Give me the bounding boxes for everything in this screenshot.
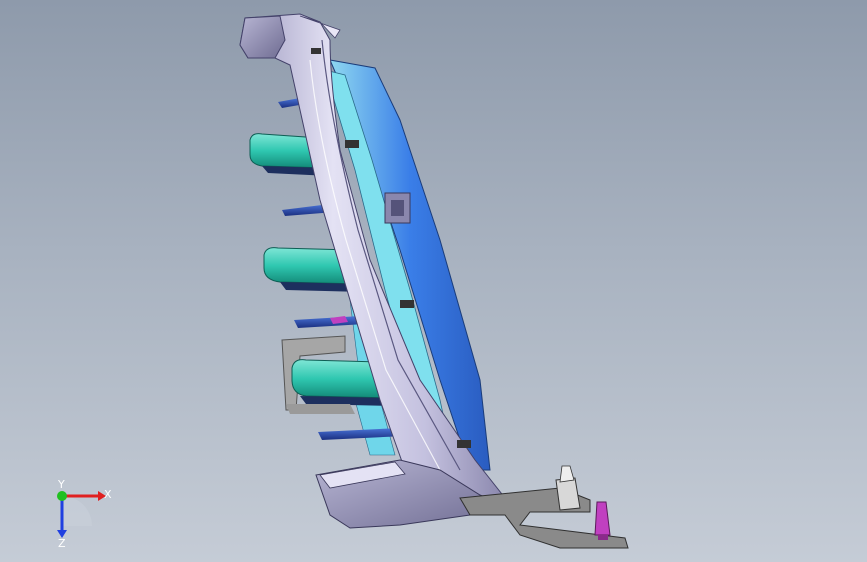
graphics-viewport[interactable]: X Y Z (0, 0, 867, 562)
bumper-grille-3d-model[interactable] (0, 0, 867, 562)
y-axis-label: Y (57, 478, 65, 491)
axis-triad: X Y Z (57, 478, 112, 548)
z-axis-label: Z (58, 537, 66, 548)
x-axis-label: X (104, 488, 112, 501)
y-axis-dot (57, 491, 67, 501)
